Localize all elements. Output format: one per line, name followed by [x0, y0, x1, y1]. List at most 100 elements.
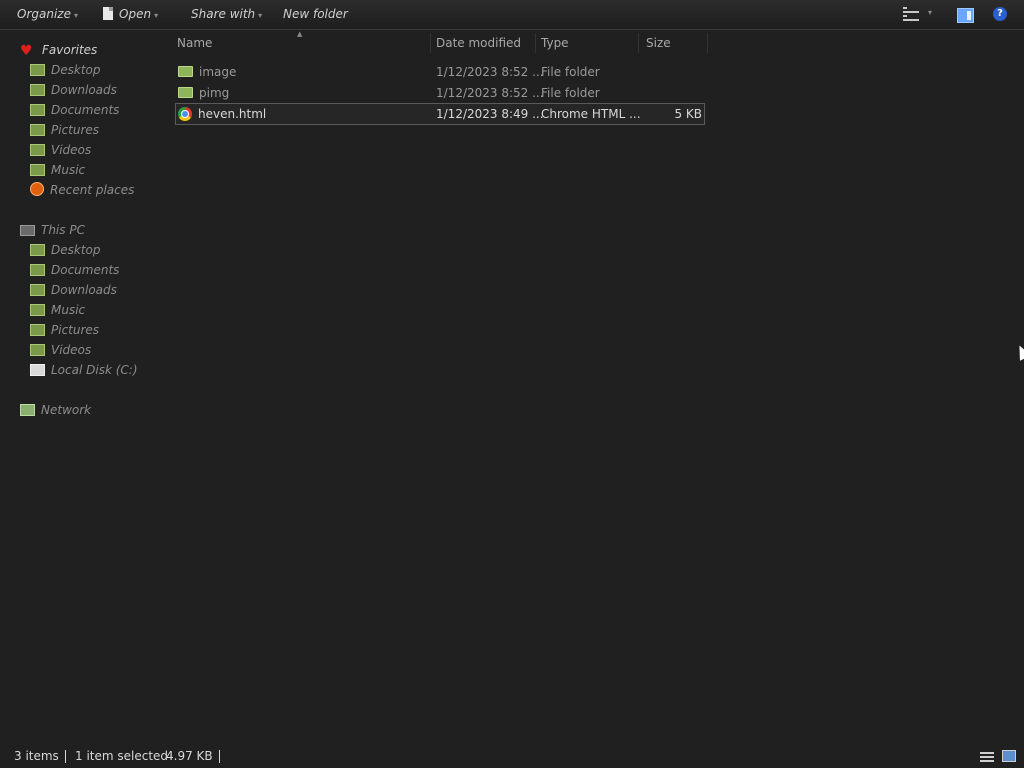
large-icons-view-icon[interactable] [1002, 750, 1016, 762]
status-divider [219, 750, 220, 763]
nav-label: Local Disk (C:) [51, 363, 138, 377]
network-icon [20, 404, 35, 416]
nav-label: Downloads [51, 83, 117, 97]
file-size: 5 KB [674, 107, 702, 121]
file-row-pimg[interactable]: pimg 1/12/2023 8:52 ... File folder [175, 83, 705, 103]
file-type: File folder [541, 65, 600, 79]
command-bar: Organize ▾ Open ▾ Share with ▾ New folder ▾… [0, 0, 1024, 30]
file-name-cell: heven.html [178, 104, 266, 124]
nav-label: Desktop [51, 63, 101, 77]
desktop-icon [30, 64, 45, 76]
music-icon [30, 164, 45, 176]
nav-pc-documents[interactable]: Documents [30, 260, 119, 280]
column-divider[interactable] [638, 33, 639, 53]
downloads-icon [30, 84, 45, 96]
nav-label: Videos [51, 343, 92, 357]
file-name: image [199, 65, 237, 79]
column-header-type[interactable]: Type [541, 33, 569, 53]
column-divider[interactable] [430, 33, 431, 53]
open-button[interactable]: Open ▾ [103, 0, 158, 29]
column-divider[interactable] [535, 33, 536, 53]
nav-pc-downloads[interactable]: Downloads [30, 280, 117, 300]
heart-icon: ♥ [20, 43, 33, 59]
status-item-count: 3 items [14, 749, 59, 763]
file-type: File folder [541, 86, 600, 100]
chrome-icon [178, 107, 192, 121]
navigation-pane: ♥ Favorites Desktop Downloads Documents P… [0, 30, 165, 730]
nav-fav-desktop[interactable]: Desktop [30, 60, 101, 80]
nav-label: Pictures [51, 123, 100, 137]
new-folder-button[interactable]: New folder [283, 0, 348, 29]
organize-button[interactable]: Organize ▾ [17, 0, 78, 29]
nav-fav-videos[interactable]: Videos [30, 140, 91, 160]
nav-pc-videos[interactable]: Videos [30, 340, 91, 360]
nav-pc-music[interactable]: Music [30, 300, 85, 320]
music-icon [30, 304, 45, 316]
nav-fav-documents[interactable]: Documents [30, 100, 119, 120]
status-selection-size: 4.97 KB [166, 749, 213, 763]
nav-pc-pictures[interactable]: Pictures [30, 320, 99, 340]
nav-pc-desktop[interactable]: Desktop [30, 240, 101, 260]
documents-icon [30, 264, 45, 276]
nav-fav-recent-places[interactable]: Recent places [30, 180, 134, 200]
open-label: Open [119, 7, 152, 21]
mouse-cursor-icon [1014, 342, 1024, 361]
nav-label: Documents [51, 103, 120, 117]
nav-fav-pictures[interactable]: Pictures [30, 120, 99, 140]
folder-icon [178, 87, 193, 98]
organize-label: Organize [17, 7, 71, 21]
nav-label: Music [51, 163, 86, 177]
file-name: heven.html [198, 107, 267, 121]
videos-icon [30, 144, 45, 156]
new-folder-label: New folder [283, 7, 348, 21]
preview-pane-icon[interactable] [957, 8, 974, 23]
pictures-icon [30, 124, 45, 136]
file-date: 1/12/2023 8:52 ... [436, 86, 544, 100]
chevron-down-icon: ▾ [258, 11, 263, 20]
column-header-size[interactable]: Size [646, 33, 671, 53]
sort-ascending-icon: ▲ [297, 30, 303, 38]
recent-places-icon [30, 182, 44, 196]
share-with-label: Share with [191, 7, 256, 21]
file-date: 1/12/2023 8:52 ... [436, 65, 544, 79]
help-icon[interactable]: ? [993, 7, 1007, 21]
videos-icon [30, 344, 45, 356]
file-row-heven-html[interactable]: heven.html 1/12/2023 8:49 ... Chrome HTM… [175, 103, 705, 125]
share-with-button[interactable]: Share with ▾ [191, 0, 262, 29]
folder-icon [178, 66, 193, 77]
column-header-date-modified[interactable]: Date modified [436, 33, 521, 53]
nav-label: Videos [51, 143, 92, 157]
file-row-image[interactable]: image 1/12/2023 8:52 ... File folder [175, 62, 705, 82]
nav-label: Recent places [50, 183, 135, 197]
nav-favorites[interactable]: ♥ Favorites [20, 40, 97, 60]
column-divider[interactable] [707, 33, 708, 53]
chevron-down-icon: ▾ [73, 11, 78, 20]
details-view-icon[interactable] [980, 750, 994, 762]
nav-label: Desktop [51, 243, 101, 257]
computer-icon [20, 225, 35, 236]
nav-label: Music [51, 303, 86, 317]
nav-this-pc[interactable]: This PC [20, 220, 85, 240]
column-header-name[interactable]: Name [177, 33, 212, 53]
document-icon [103, 7, 113, 20]
nav-label: Downloads [51, 283, 117, 297]
nav-this-pc-label: This PC [41, 223, 85, 237]
chevron-down-icon: ▾ [154, 11, 159, 20]
file-name-cell: pimg [178, 83, 229, 103]
status-divider [65, 750, 66, 763]
nav-label: Documents [51, 263, 120, 277]
nav-pc-local-disk[interactable]: Local Disk (C:) [30, 360, 138, 380]
nav-network-label: Network [41, 403, 92, 417]
status-selection: 1 item selected [75, 749, 169, 763]
file-name: pimg [199, 86, 230, 100]
change-view-icon[interactable] [903, 5, 919, 23]
nav-fav-music[interactable]: Music [30, 160, 85, 180]
nav-network[interactable]: Network [20, 400, 91, 420]
nav-fav-downloads[interactable]: Downloads [30, 80, 117, 100]
file-date: 1/12/2023 8:49 ... [436, 107, 544, 121]
file-name-cell: image [178, 62, 236, 82]
nav-label: Pictures [51, 323, 100, 337]
hard-disk-icon [30, 364, 45, 376]
view-options-chevron-icon[interactable]: ▾ [928, 8, 932, 26]
documents-icon [30, 104, 45, 116]
